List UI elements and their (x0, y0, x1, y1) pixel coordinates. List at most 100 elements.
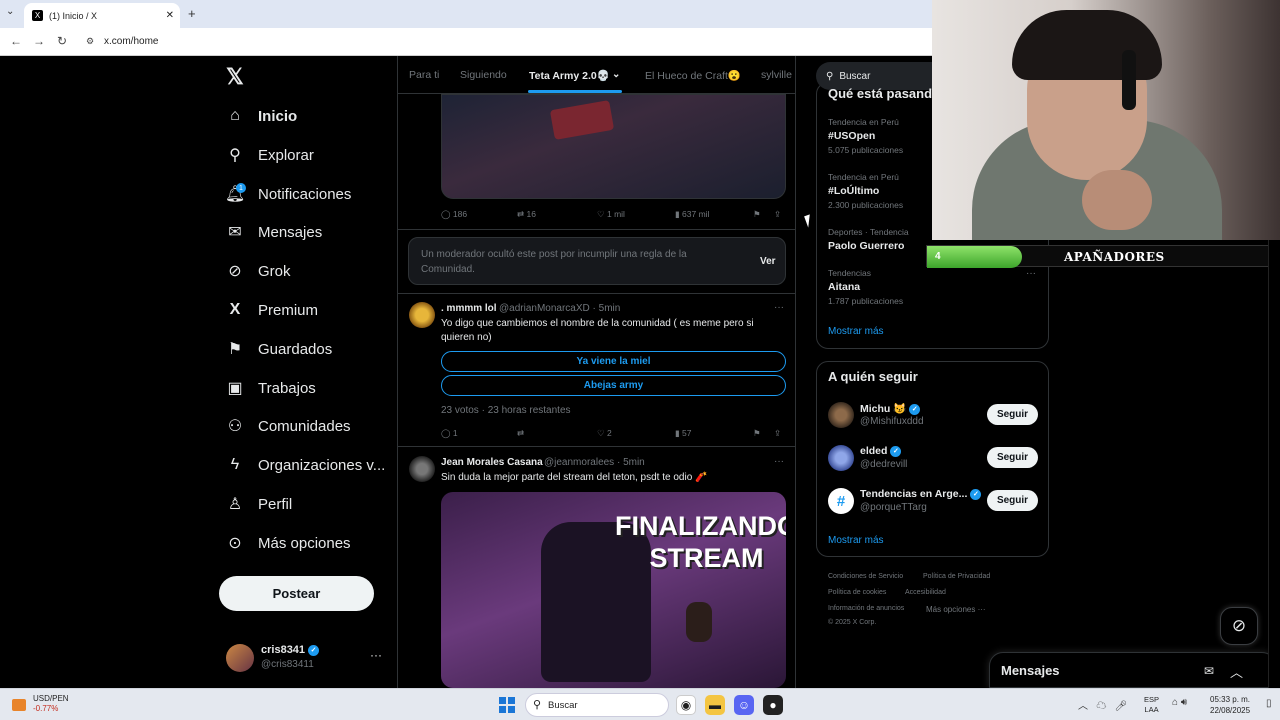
site-info-icon[interactable]: ⚙ (86, 36, 94, 47)
share-icon[interactable]: ⇪ (774, 209, 781, 220)
media-caption: FINALIZANDO STREAM (615, 510, 786, 574)
poll-option[interactable]: Abejas army (441, 375, 786, 396)
account-switcher[interactable]: cris8341 ✓ @cris83411 ··· (226, 642, 386, 676)
messages-drawer[interactable]: Mensajes ✉ ︿ (989, 652, 1276, 688)
stock-widget-icon[interactable] (12, 699, 26, 711)
footer-link[interactable]: Política de cookies (828, 589, 886, 596)
nav-item-inicio[interactable]: ⌂ Inicio (226, 102, 297, 130)
post-media[interactable] (441, 94, 786, 199)
views-button[interactable]: ▮ 637 mil (675, 209, 709, 220)
footer-more-link[interactable]: Más opciones ··· (926, 605, 986, 614)
avatar[interactable] (409, 456, 435, 482)
trend-more-icon[interactable]: ··· (1026, 268, 1036, 279)
trend-context: Tendencias (828, 268, 872, 278)
trend-name[interactable]: Aitana (828, 281, 860, 293)
post-author-name[interactable]: . mmmm lol (441, 303, 497, 314)
file-explorer-icon[interactable]: ▬ (705, 695, 725, 715)
stock-widget[interactable]: USD/PEN -0.77% (33, 694, 69, 714)
close-tab-icon[interactable]: ✕ (166, 10, 174, 21)
hashtag-avatar-icon[interactable]: # (828, 488, 854, 514)
tab-search-icon[interactable]: ⌄ (6, 6, 14, 17)
notification-center-icon[interactable]: ▯ (1266, 698, 1272, 709)
trend-name[interactable]: Paolo Guerrero (828, 240, 904, 252)
post-more-icon[interactable]: ··· (774, 456, 784, 467)
trend-name[interactable]: #LoÚltimo (828, 185, 879, 197)
nav-item-mas-opciones[interactable]: ⊙ Más opciones (226, 529, 350, 557)
post-author-handle[interactable]: @jeanmoralees · 5min (544, 457, 645, 468)
account-name-row: cris8341 ✓ (261, 644, 320, 656)
nav-item-grok[interactable]: ⊘ Grok (226, 257, 290, 285)
obs-icon[interactable]: ● (763, 695, 783, 715)
footer-link[interactable]: Accesibilidad (905, 589, 946, 596)
show-more-link[interactable]: Mostrar más (828, 326, 884, 337)
avatar[interactable] (828, 402, 854, 428)
expand-icon[interactable]: ︿ (1230, 662, 1243, 681)
footer-link[interactable]: Condiciones de Servicio (828, 573, 903, 580)
avatar[interactable] (409, 302, 435, 328)
input-language[interactable]: ESP LAA (1144, 695, 1159, 715)
discord-icon[interactable]: ☺ (734, 695, 754, 715)
chevron-down-icon[interactable]: ⌄ (612, 69, 620, 80)
poll-option[interactable]: Ya viene la miel (441, 351, 786, 372)
grok-icon[interactable]: ⊘ (1220, 607, 1258, 645)
nav-item-explorar[interactable]: ⚲ Explorar (226, 141, 314, 169)
nav-item-perfil[interactable]: ♙ Perfil (226, 490, 292, 518)
show-more-link[interactable]: Mostrar más (828, 535, 884, 546)
reply-button[interactable]: ◯ 186 (441, 209, 467, 220)
nav-item-premium[interactable]: X Premium (226, 296, 318, 324)
nav-item-comunidades[interactable]: ⚇ Comunidades (226, 412, 351, 440)
new-message-icon[interactable]: ✉ (1204, 664, 1214, 678)
new-tab-button[interactable]: + (188, 6, 196, 21)
post-button[interactable]: Postear (219, 576, 374, 611)
nav-item-guardados[interactable]: ⚑ Guardados (226, 335, 332, 363)
tab-siguiendo[interactable]: Siguiendo (460, 69, 507, 81)
post-media[interactable]: FINALIZANDO STREAM (441, 492, 786, 688)
post-more-icon[interactable]: ··· (774, 302, 784, 313)
post-author-name[interactable]: Jean Morales Casana (441, 457, 543, 468)
windows-start-icon[interactable] (499, 697, 515, 713)
network-volume-icons[interactable]: ⌂ 🔊︎ (1172, 697, 1187, 708)
share-icon[interactable]: ⇪ (774, 428, 781, 439)
trend-name[interactable]: #USOpen (828, 130, 875, 142)
repost-button[interactable]: ⇄ 16 (517, 209, 536, 220)
views-button[interactable]: ▮ 57 (675, 428, 692, 439)
repost-button[interactable]: ⇄ (517, 428, 524, 439)
view-button[interactable]: Ver (760, 256, 776, 267)
reply-button[interactable]: ◯ 1 (441, 428, 458, 439)
browser-tab[interactable]: X (1) Inicio / X ✕ (24, 3, 180, 28)
avatar[interactable] (828, 445, 854, 471)
follow-name-row[interactable]: elded ✓ (860, 445, 902, 457)
tab-el-hueco-de-craft[interactable]: El Hueco de Craft😮 (645, 69, 741, 82)
tab-sylville[interactable]: sylville (761, 69, 792, 81)
footer-link[interactable]: Política de Privacidad (923, 573, 990, 580)
follow-button[interactable]: Seguir (987, 404, 1038, 425)
scrollbar[interactable] (1268, 240, 1280, 688)
tab-para-ti[interactable]: Para ti (409, 69, 439, 81)
follow-button[interactable]: Seguir (987, 490, 1038, 511)
bookmark-icon[interactable]: ⚑ (753, 428, 761, 439)
bookmark-icon[interactable]: ⚑ (753, 209, 761, 220)
nav-item-organizaciones[interactable]: ϟ Organizaciones v... (226, 451, 386, 479)
reload-icon[interactable]: ↻ (57, 34, 67, 48)
active-tab-indicator (528, 90, 622, 93)
x-logo-icon[interactable]: 𝕏 (226, 64, 244, 90)
back-icon[interactable]: ← (10, 34, 22, 48)
nav-item-mensajes[interactable]: ✉ Mensajes (226, 218, 322, 246)
follow-name-row[interactable]: Michu 😼 ✓ (860, 402, 921, 415)
forward-icon[interactable]: → (33, 34, 45, 48)
nav-item-trabajos[interactable]: ▣ Trabajos (226, 374, 315, 402)
nav-item-notificaciones[interactable]: 🔔︎ 1 Notificaciones (225, 180, 351, 208)
clock[interactable]: 05:33 p. m. 22/08/2025 (1210, 694, 1250, 716)
chrome-icon[interactable]: ◉ (676, 695, 696, 715)
follow-name-row[interactable]: Tendencias en Arge... ✓ (860, 488, 982, 500)
url-field[interactable]: x.com/home (104, 36, 158, 47)
tab-teta-army[interactable]: Teta Army 2.0💀 (529, 69, 610, 82)
like-button[interactable]: ♡ 2 (597, 428, 612, 439)
taskbar-search[interactable]: ⚲ Buscar (525, 693, 669, 717)
footer-link[interactable]: Información de anuncios (828, 605, 904, 612)
follow-button[interactable]: Seguir (987, 447, 1038, 468)
system-tray[interactable]: ︿ ☁ 🎤︎ (1078, 697, 1127, 712)
post-author-handle[interactable]: @adrianMonarcaXD · 5min (499, 303, 620, 314)
account-more-icon[interactable]: ··· (370, 648, 382, 662)
like-button[interactable]: ♡ 1 mil (597, 209, 625, 220)
